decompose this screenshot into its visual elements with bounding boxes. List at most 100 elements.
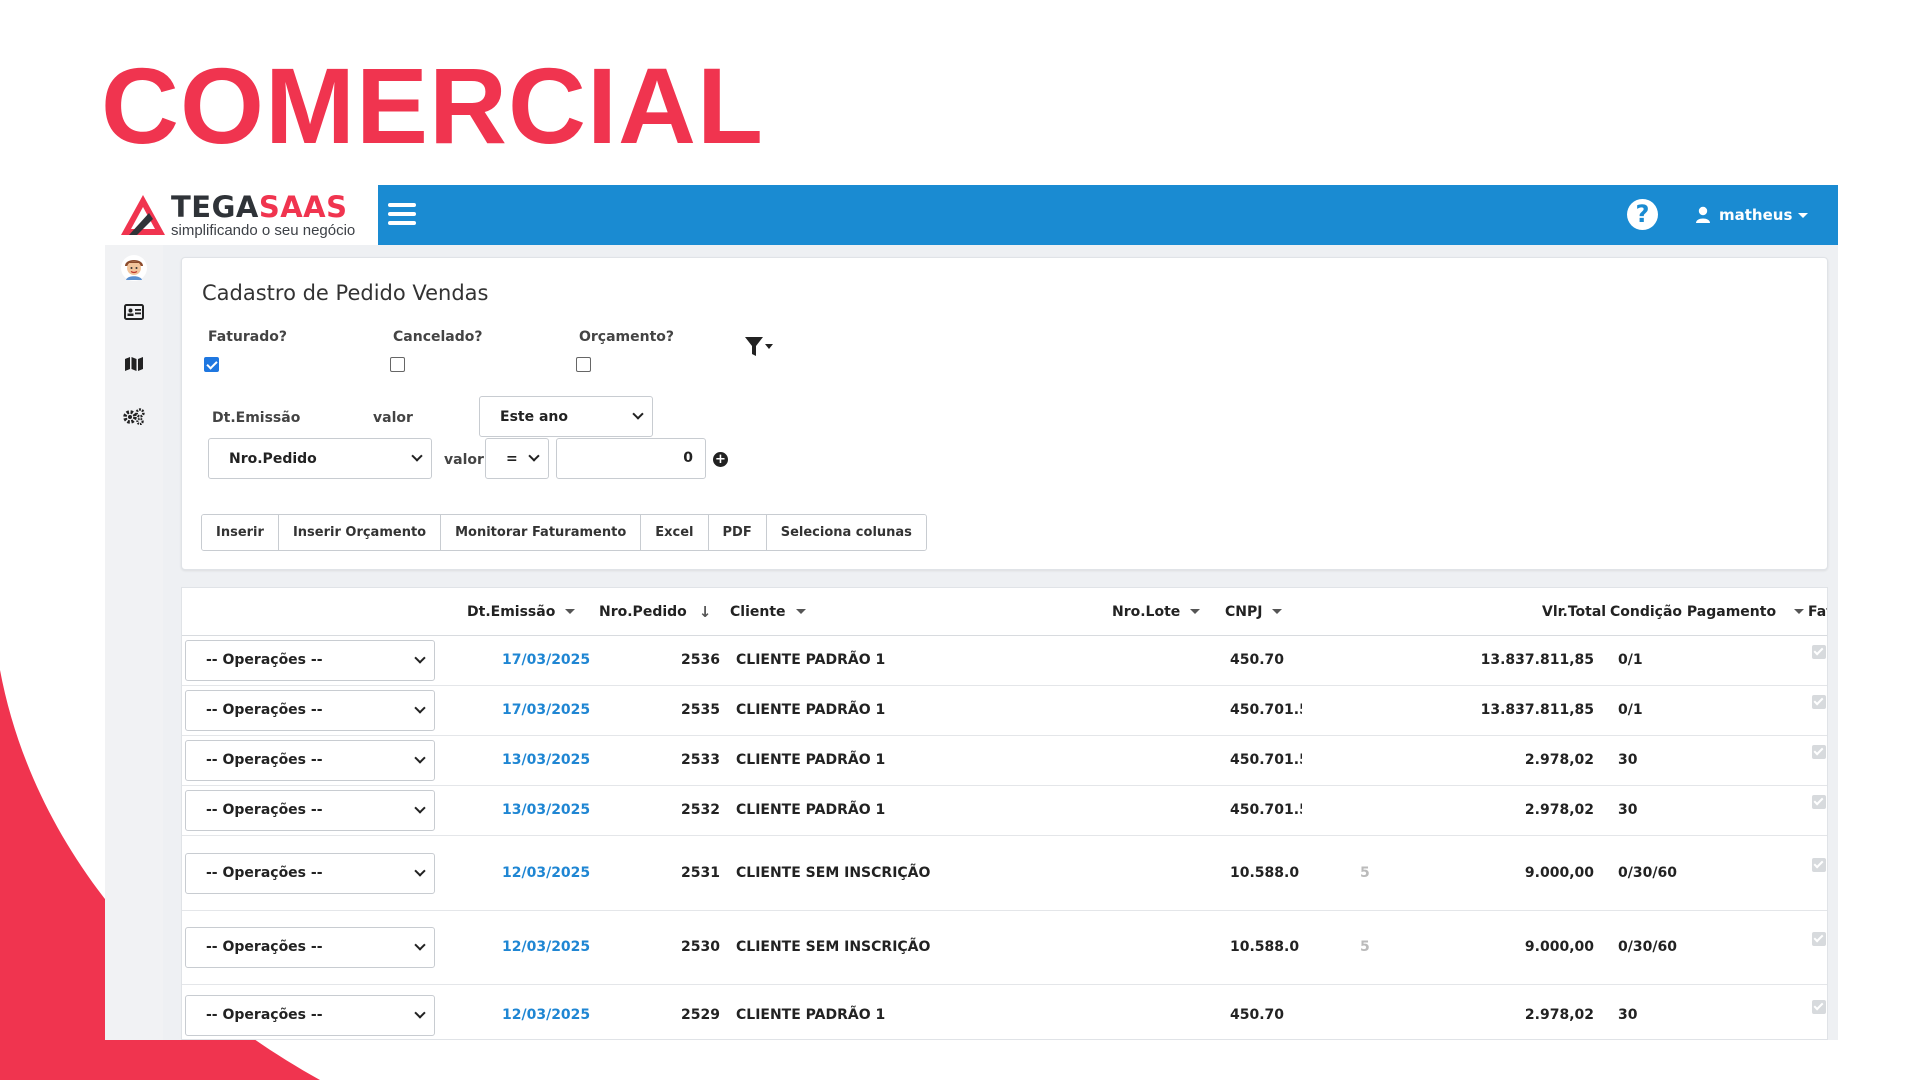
filter-panel: Cadastro de Pedido Vendas Faturado? Canc… [181, 257, 1828, 570]
faturado-label: Faturado? [208, 329, 287, 345]
cell-cnpj: 10.588.0 [1230, 939, 1300, 955]
operations-select[interactable]: -- Operações -- [185, 995, 435, 1036]
cell-dt-emissao[interactable]: 17/03/2025 [502, 702, 590, 718]
chevron-down-icon [414, 702, 426, 714]
brand-name-part2: SAAS [258, 189, 348, 224]
cell-vlr-total: 9.000,00 [1524, 939, 1594, 955]
add-filter-icon[interactable]: + [713, 452, 728, 467]
chevron-down-icon [528, 450, 540, 462]
operations-select[interactable]: -- Operações -- [185, 740, 435, 781]
inserir-button[interactable]: Inserir [202, 515, 279, 550]
chevron-down-icon [414, 939, 426, 951]
cell-dt-emissao[interactable]: 13/03/2025 [502, 802, 590, 818]
table-row[interactable]: -- Operações -- 12/03/2025 2531 CLIENTE SEM… [182, 836, 1827, 911]
operations-select[interactable]: -- Operações -- [185, 640, 435, 681]
cell-nro-pedido: 2536 [681, 652, 720, 668]
operations-select-value: -- Operações -- [206, 1007, 323, 1023]
column-header-label: Nro.Pedido [599, 603, 687, 620]
column-header-label: Fat [1808, 603, 1827, 620]
help-icon[interactable]: ? [1627, 199, 1658, 230]
operations-select[interactable]: -- Operações -- [185, 927, 435, 968]
faturado-checkbox[interactable] [204, 357, 219, 372]
id-card-icon [124, 304, 144, 320]
cell-nro-pedido: 2533 [681, 752, 720, 768]
cell-cliente: CLIENTE SEM INSCRIÇÃO [736, 865, 931, 881]
column-header-label: CNPJ [1225, 603, 1263, 620]
chevron-down-icon [632, 408, 644, 420]
table-row[interactable]: -- Operações -- 13/03/2025 2533 CLIENTE PAD… [182, 736, 1827, 786]
page-title: Cadastro de Pedido Vendas [202, 281, 489, 305]
operations-select[interactable]: -- Operações -- [185, 853, 435, 894]
faturado-check-icon [1812, 795, 1826, 809]
cell-nro-pedido: 2535 [681, 702, 720, 718]
column-header-nro-lote[interactable]: Nro.Lote [1112, 588, 1201, 635]
column-header-nro-pedido[interactable]: Nro.Pedido ↓ [599, 588, 711, 635]
user-menu[interactable]: matheus [1695, 203, 1809, 227]
column-header-label: Condição Pagamento [1610, 603, 1777, 620]
cell-dt-emissao[interactable]: 12/03/2025 [502, 939, 590, 955]
column-header-condicao[interactable]: Condição Pagamento [1610, 588, 1805, 635]
cell-cliente: CLIENTE SEM INSCRIÇÃO [736, 939, 931, 955]
cell-vlr-total: 13.837.811,85 [1480, 702, 1594, 718]
chevron-down-icon [414, 752, 426, 764]
field-select-value: Nro.Pedido [229, 450, 317, 467]
filter-icon[interactable] [744, 336, 774, 358]
menu-toggle-icon[interactable] [388, 203, 416, 225]
faturado-check-icon [1812, 932, 1826, 946]
sort-caret-icon [1272, 609, 1283, 614]
cell-cliente: CLIENTE PADRÃO 1 [736, 752, 886, 768]
cancelado-checkbox[interactable] [390, 357, 405, 372]
table-row[interactable]: -- Operações -- 12/03/2025 2529 CLIENTE PAD… [182, 985, 1827, 1039]
brand-logo[interactable]: TEGASAAS simplificando o seu negócio [105, 185, 378, 245]
cell-condicao: 30 [1618, 802, 1638, 818]
valor-label-2: valor [444, 452, 484, 468]
column-header-label: Cliente [730, 603, 786, 620]
column-header-cnpj[interactable]: CNPJ [1225, 588, 1283, 635]
seleciona-colunas-button[interactable]: Seleciona colunas [766, 515, 926, 550]
chevron-down-icon [414, 865, 426, 877]
faturado-check-icon [1812, 695, 1826, 709]
sort-caret-icon [565, 609, 576, 614]
cell-dt-emissao[interactable]: 12/03/2025 [502, 865, 590, 881]
column-header-fat[interactable]: Fat [1808, 588, 1827, 635]
operations-select[interactable]: -- Operações -- [185, 790, 435, 831]
sidebar-item-cadastro[interactable] [105, 292, 163, 332]
pdf-button[interactable]: PDF [708, 515, 767, 550]
column-header-vlr-total[interactable]: Vlr.Total [1542, 588, 1606, 635]
field-select[interactable]: Nro.Pedido [208, 438, 432, 479]
cell-dt-emissao[interactable]: 17/03/2025 [502, 652, 590, 668]
cell-nro-pedido: 2532 [681, 802, 720, 818]
sort-caret-icon [795, 609, 806, 614]
period-select[interactable]: Este ano [479, 396, 653, 437]
app-window: TEGASAAS simplificando o seu negócio ? m… [105, 185, 1838, 1040]
value-input[interactable]: 0 [556, 438, 706, 479]
column-header-cliente[interactable]: Cliente [730, 588, 806, 635]
valor-label: valor [373, 410, 413, 426]
table-row[interactable]: -- Operações -- 12/03/2025 2530 CLIENTE SEM… [182, 911, 1827, 985]
map-icon [125, 357, 143, 371]
inserir-orcamento-button[interactable]: Inserir Orçamento [278, 515, 442, 550]
operations-select-value: -- Operações -- [206, 752, 323, 768]
cell-cnpj: 450.70 [1230, 1007, 1285, 1023]
orcamento-checkbox[interactable] [576, 357, 591, 372]
sidebar-item-config[interactable] [105, 396, 163, 436]
cell-vlr-total: 2.978,02 [1524, 1007, 1594, 1023]
brand-tagline: simplificando o seu negócio [171, 221, 356, 239]
sidebar-item-mapa[interactable] [105, 344, 163, 384]
cell-dt-emissao[interactable]: 13/03/2025 [502, 752, 590, 768]
sidebar-item-profile[interactable] [105, 248, 163, 288]
column-header-label: Dt.Emissão [467, 603, 556, 620]
top-navbar: TEGASAAS simplificando o seu negócio ? m… [105, 185, 1838, 245]
cell-cnpj: 450.701.5 [1230, 752, 1302, 768]
cell-dt-emissao[interactable]: 12/03/2025 [502, 1007, 590, 1023]
operations-select[interactable]: -- Operações -- [185, 690, 435, 731]
table-row[interactable]: -- Operações -- 13/03/2025 2532 CLIENTE PAD… [182, 786, 1827, 836]
chevron-down-icon [414, 1007, 426, 1019]
monitorar-faturamento-button[interactable]: Monitorar Faturamento [441, 515, 642, 550]
sort-caret-icon [1190, 609, 1201, 614]
operator-select[interactable]: = [485, 438, 549, 479]
column-header-dt-emissao[interactable]: Dt.Emissão [467, 588, 576, 635]
table-row[interactable]: -- Operações -- 17/03/2025 2536 CLIENTE PAD… [182, 636, 1827, 686]
excel-button[interactable]: Excel [641, 515, 709, 550]
table-row[interactable]: -- Operações -- 17/03/2025 2535 CLIENTE PAD… [182, 686, 1827, 736]
